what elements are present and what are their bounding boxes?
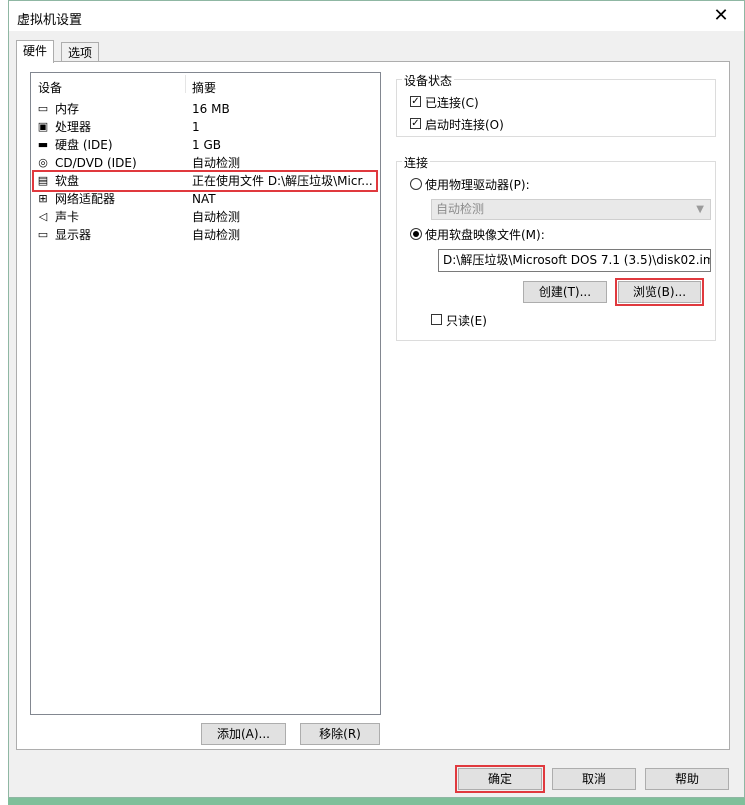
help-button[interactable]: 帮助 (645, 768, 729, 790)
device-summary: 1 (192, 120, 200, 134)
image-file-radio[interactable] (410, 228, 422, 240)
device-summary: 16 MB (192, 102, 230, 116)
title-bar: 虚拟机设置 ✕ (9, 1, 744, 31)
connection-title: 连接 (402, 154, 431, 171)
cd-dvd-icon: ◎ (38, 156, 48, 169)
device-name: CD/DVD (IDE) (55, 156, 137, 170)
physical-drive-select-value: 自动检测 (436, 202, 485, 216)
device-row[interactable]: ▬ 硬盘 (IDE) 1 GB (34, 136, 376, 154)
physical-drive-label[interactable]: 使用物理驱动器(P): (425, 176, 530, 193)
device-summary: 自动检测 (192, 210, 241, 224)
connected-checkbox[interactable]: ✓ (410, 96, 421, 107)
image-file-label[interactable]: 使用软盘映像文件(M): (425, 226, 545, 243)
device-row[interactable]: ▤ 软盘 正在使用文件 D:\解压垃圾\Micr... (32, 170, 378, 192)
ok-button[interactable]: 确定 (455, 765, 545, 793)
device-summary: NAT (192, 192, 216, 206)
device-summary: 1 GB (192, 138, 221, 152)
physical-drive-select: 自动检测 ▼ (431, 199, 711, 220)
tab-options[interactable]: 选项 (61, 42, 100, 63)
display-icon: ▭ (37, 228, 49, 241)
device-summary: 自动检测 (192, 156, 241, 170)
image-path-input[interactable]: D:\解压垃圾\Microsoft DOS 7.1 (3.5)\disk02.i… (438, 249, 711, 272)
device-name: 处理器 (55, 120, 92, 134)
remove-button[interactable]: 移除(R) (300, 723, 380, 745)
network-adapter-icon: ⊞ (38, 192, 48, 205)
device-summary: 自动检测 (192, 228, 241, 242)
physical-drive-radio[interactable] (410, 178, 422, 190)
device-status-title: 设备状态 (402, 72, 455, 89)
column-header-summary[interactable]: 摘要 (192, 79, 216, 96)
device-row[interactable]: ▭ 显示器 自动检测 (34, 226, 376, 244)
device-list: 设备 摘要 ▭ 内存 16 MB ▣ 处理器 1 ▬ 硬盘 (IDE) 1 GB ◎ CD/DVD … (30, 72, 381, 715)
device-name: 软盘 (55, 174, 80, 188)
device-summary: 正在使用文件 D:\解压垃圾\Micr... (192, 174, 373, 188)
device-name: 显示器 (55, 228, 92, 242)
cancel-button[interactable]: 取消 (552, 768, 636, 790)
chevron-down-icon: ▼ (696, 204, 704, 215)
device-row[interactable]: ⊞ 网络适配器 NAT (34, 190, 376, 208)
vm-settings-dialog: 虚拟机设置 ✕ 硬件 选项 设备 摘要 ▭ 内存 16 MB ▣ 处理器 1 ▬ 硬盘 (ID… (8, 0, 745, 798)
sound-card-icon: ◁ (38, 210, 48, 223)
connect-at-power-on-label[interactable]: 启动时连接(O) (425, 116, 504, 133)
device-row[interactable]: ◎ CD/DVD (IDE) 自动检测 (34, 154, 376, 172)
close-icon[interactable]: ✕ (710, 5, 732, 27)
tab-hardware[interactable]: 硬件 (16, 40, 55, 63)
add-button[interactable]: 添加(A)... (201, 723, 286, 745)
column-separator (185, 75, 186, 93)
connect-at-power-on-checkbox[interactable]: ✓ (410, 118, 421, 129)
device-name: 网络适配器 (55, 192, 116, 206)
background-window-edge (0, 0, 8, 805)
window-title: 虚拟机设置 (17, 13, 83, 28)
device-name: 声卡 (55, 210, 80, 224)
device-row[interactable]: ◁ 声卡 自动检测 (34, 208, 376, 226)
memory-icon: ▭ (37, 102, 49, 115)
device-row[interactable]: ▭ 内存 16 MB (34, 100, 376, 118)
device-name: 硬盘 (IDE) (55, 138, 113, 152)
processor-icon: ▣ (37, 120, 49, 133)
create-button[interactable]: 创建(T)... (523, 281, 607, 303)
hard-disk-icon: ▬ (37, 138, 49, 151)
floppy-icon: ▤ (37, 174, 49, 187)
read-only-checkbox[interactable] (431, 314, 442, 325)
browse-button[interactable]: 浏览(B)... (615, 278, 704, 306)
column-header-device[interactable]: 设备 (38, 79, 62, 96)
device-row[interactable]: ▣ 处理器 1 (34, 118, 376, 136)
read-only-label[interactable]: 只读(E) (446, 312, 487, 329)
connected-label[interactable]: 已连接(C) (425, 94, 479, 111)
device-name: 内存 (55, 102, 80, 116)
